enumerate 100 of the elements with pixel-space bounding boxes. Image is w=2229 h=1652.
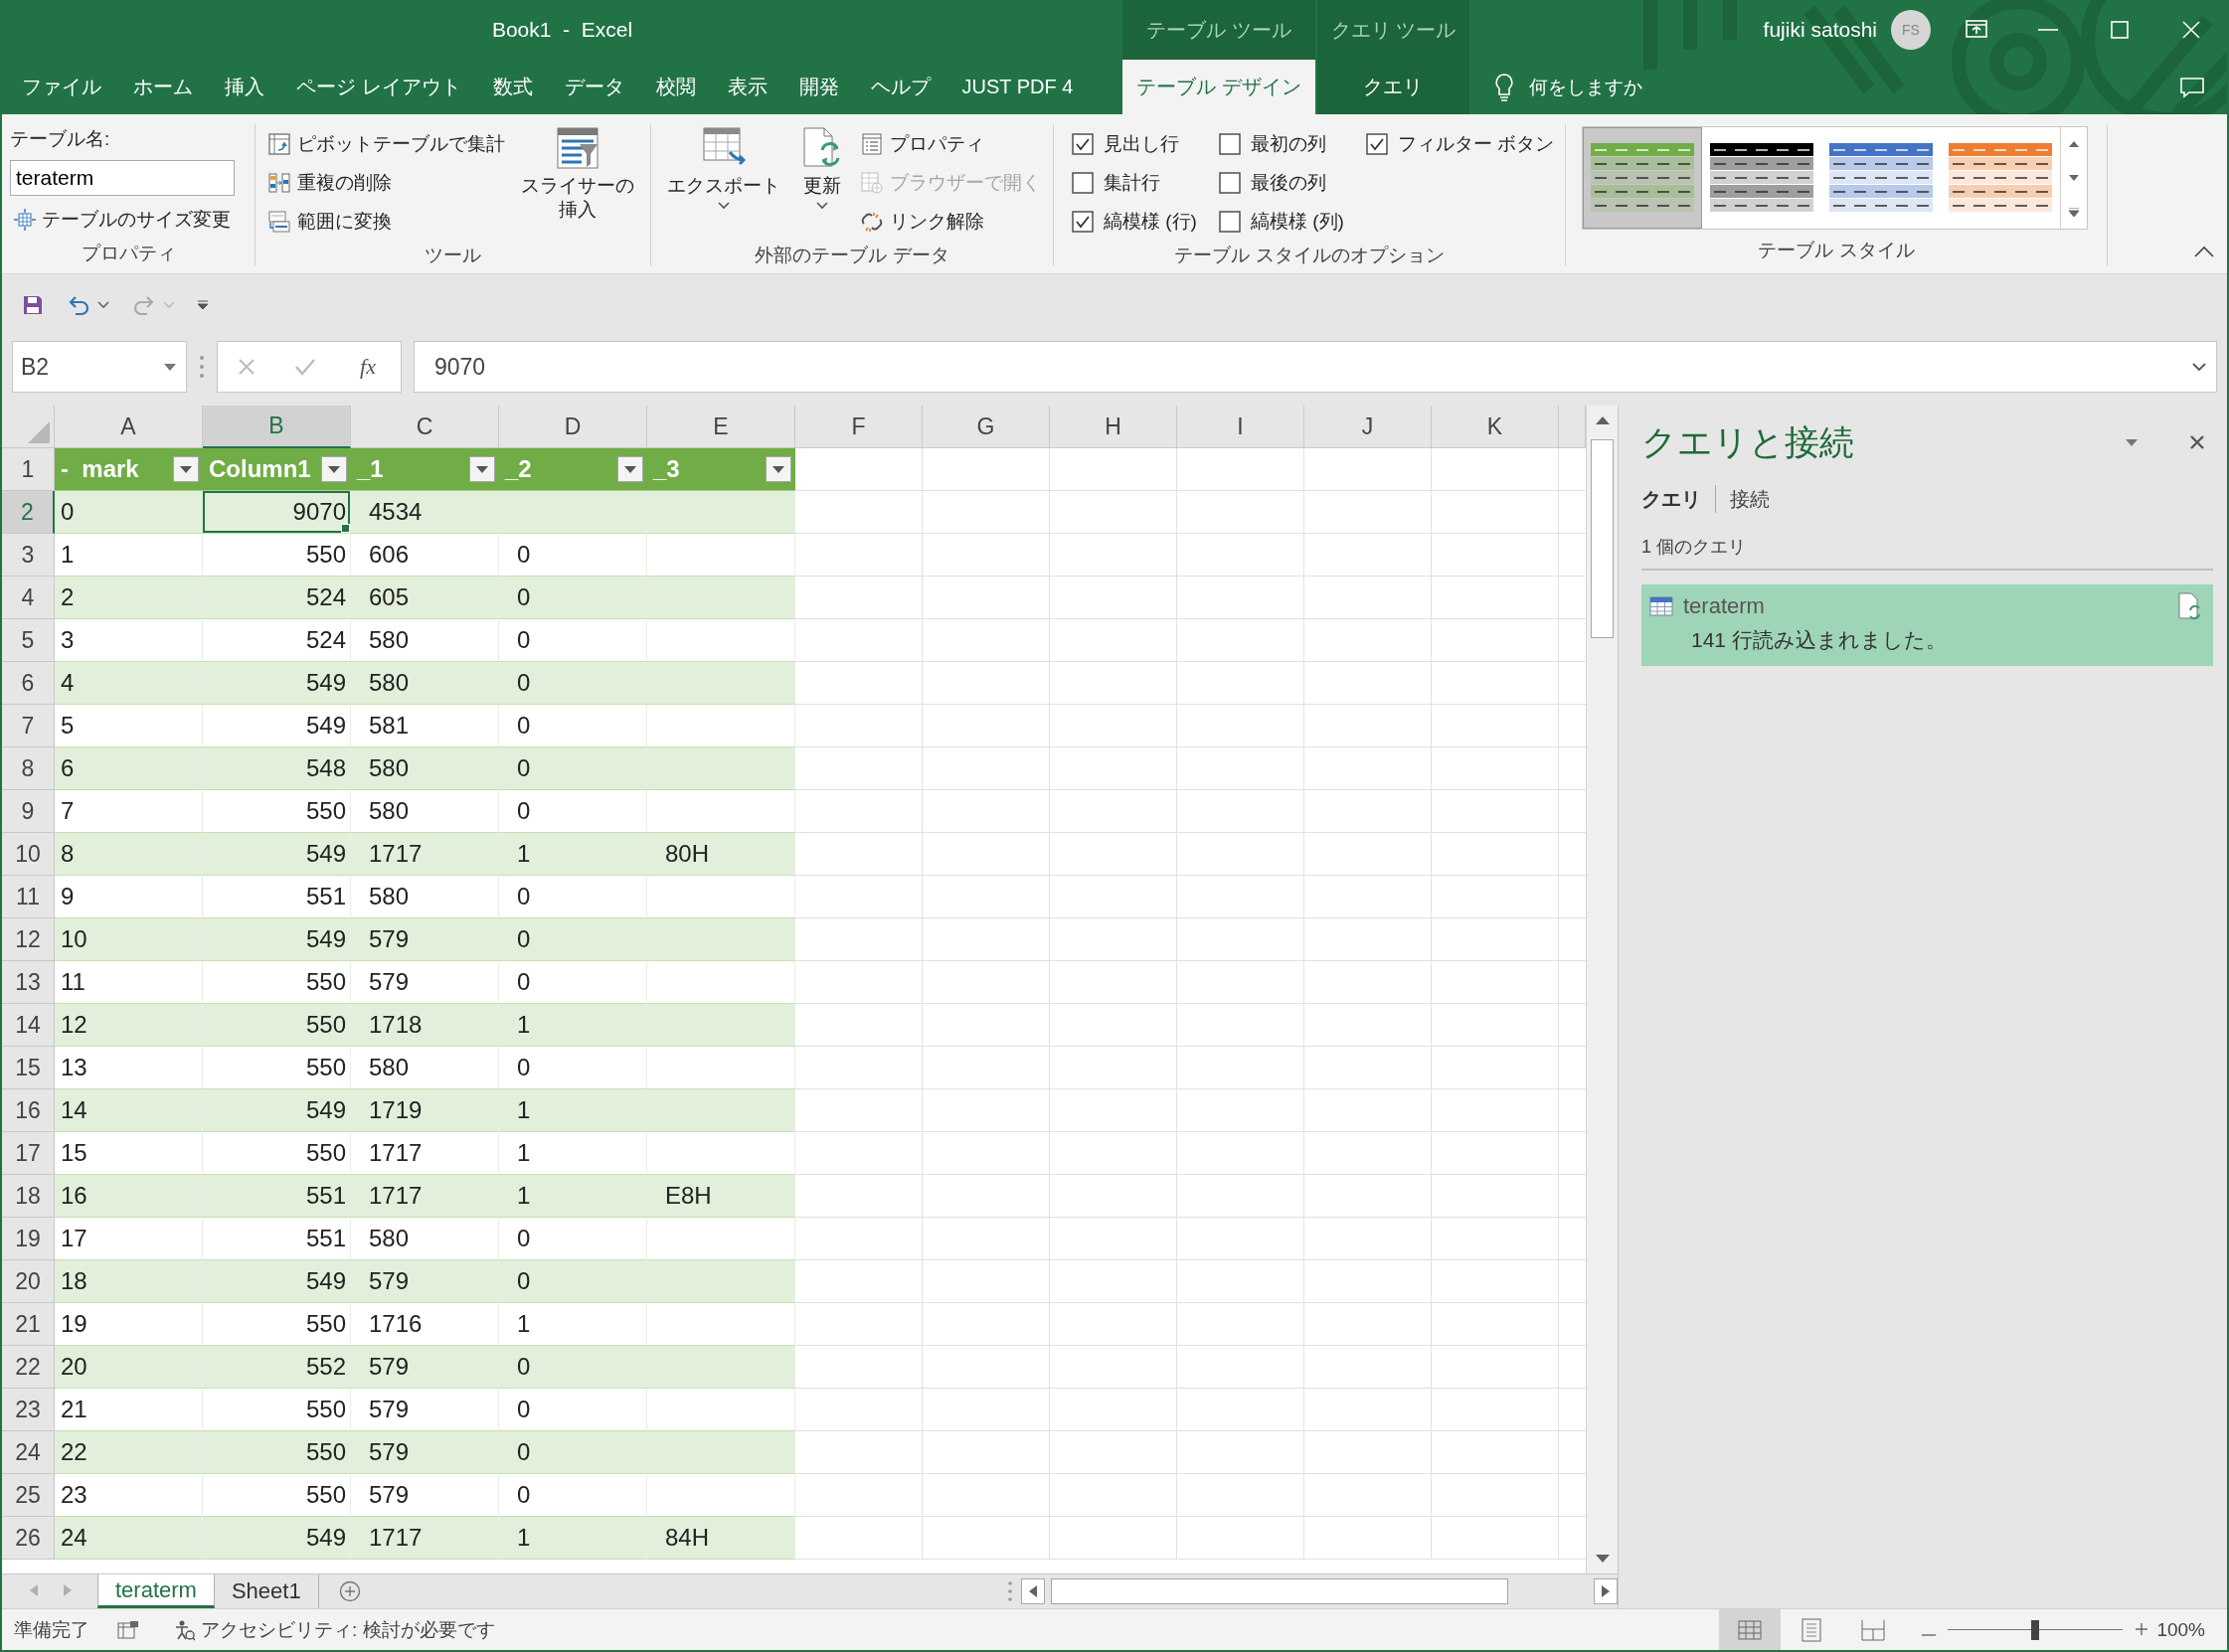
pane-tab[interactable]: 接続 [1730, 485, 1770, 513]
table-style-swatch[interactable] [1583, 127, 1702, 229]
filter-button[interactable] [173, 456, 199, 482]
row-header[interactable]: 19 [2, 1218, 55, 1260]
row-header[interactable]: 4 [2, 577, 55, 619]
accessibility-button[interactable]: アクセシビリティ: 検討が必要です [173, 1616, 495, 1643]
row-header[interactable]: 11 [2, 876, 55, 918]
filter-button[interactable] [469, 456, 495, 482]
ribbon-tab[interactable]: 数式 [476, 60, 549, 114]
column-header[interactable]: B [203, 406, 351, 448]
scroll-left-button[interactable] [1021, 1578, 1045, 1604]
row-header[interactable]: 24 [2, 1431, 55, 1474]
row-header[interactable]: 20 [2, 1260, 55, 1303]
row-header[interactable]: 15 [2, 1047, 55, 1089]
user-name: fujiki satoshi [1763, 18, 1877, 42]
row-header[interactable]: 6 [2, 662, 55, 705]
ribbon-tab[interactable]: ファイル [6, 60, 117, 114]
ribbon-tab[interactable]: ホーム [117, 60, 209, 114]
column-header[interactable]: K [1432, 406, 1559, 448]
command-button[interactable]: ピボットテーブルで集計 [263, 124, 509, 163]
table-cell: 12 [55, 1004, 203, 1047]
row-header[interactable]: 8 [2, 747, 55, 790]
command-button[interactable]: エクスポート [659, 124, 788, 241]
column-header[interactable]: I [1177, 406, 1304, 448]
column-header[interactable]: F [795, 406, 923, 448]
row-header[interactable]: 21 [2, 1303, 55, 1346]
scroll-right-button[interactable] [1594, 1578, 1618, 1604]
command-button[interactable]: 範囲に変換 [263, 202, 509, 241]
row-header[interactable]: 9 [2, 790, 55, 833]
column-header[interactable]: J [1304, 406, 1432, 448]
command-button[interactable]: 重複の削除 [263, 163, 509, 202]
ribbon-tab[interactable]: 挿入 [209, 60, 280, 114]
query-item[interactable]: teraterm 141 行読み込まれました。 [1641, 584, 2213, 666]
table-cell: 80H [647, 833, 795, 876]
column-header[interactable]: C [351, 406, 499, 448]
left-arrow-icon [30, 1584, 38, 1596]
row-header[interactable]: 18 [2, 1175, 55, 1218]
resize-table-button[interactable]: テーブルのサイズ変更 [10, 200, 235, 239]
table-name-field[interactable]: teraterm [10, 160, 235, 196]
row-header[interactable]: 23 [2, 1389, 55, 1431]
option-checkbox[interactable]: 見出し行 [1072, 124, 1197, 163]
row-header[interactable]: 1 [2, 448, 55, 491]
ribbon-tab[interactable]: 校閲 [639, 60, 712, 114]
scrollbar-thumb[interactable] [1051, 1578, 1508, 1604]
ribbon-tab[interactable]: ヘルプ [854, 60, 946, 114]
scrollbar-thumb[interactable] [1591, 439, 1614, 638]
row-header[interactable]: 12 [2, 918, 55, 961]
row-header[interactable]: 22 [2, 1346, 55, 1389]
ribbon-tab[interactable]: 開発 [782, 60, 855, 114]
row-header[interactable]: 7 [2, 705, 55, 747]
sheet-tab[interactable]: teraterm [97, 1574, 215, 1608]
table-cell: 579 [351, 1346, 499, 1389]
row-header[interactable]: 17 [2, 1132, 55, 1175]
option-checkbox[interactable]: 最後の列 [1218, 163, 1344, 202]
row-header[interactable]: 5 [2, 619, 55, 662]
column-header[interactable]: G [923, 406, 1050, 448]
up-arrow-icon [2069, 141, 2079, 147]
slider-thumb[interactable] [2031, 1619, 2040, 1640]
insert-function-button[interactable]: fx [354, 353, 382, 381]
row-header[interactable]: 16 [2, 1089, 55, 1132]
ribbon-tab[interactable]: 表示 [711, 60, 783, 114]
name-box[interactable]: B2 [12, 341, 187, 393]
right-arrow-icon [1602, 1585, 1610, 1597]
column-header[interactable]: A [55, 406, 203, 448]
table-cell: 1717 [351, 1517, 499, 1560]
table-cell: 524 [203, 577, 351, 619]
option-checkbox[interactable]: 集計行 [1072, 163, 1197, 202]
table-cell: 9070 [203, 491, 351, 534]
option-checkbox[interactable]: 最初の列 [1218, 124, 1344, 163]
minimize-icon [2038, 29, 2058, 31]
row-header[interactable]: 25 [2, 1474, 55, 1517]
column-header[interactable]: E [647, 406, 795, 448]
table-cell: 0 [499, 577, 647, 619]
column-header[interactable]: D [499, 406, 647, 448]
formula-field[interactable]: 9070 [414, 341, 2217, 393]
column-header[interactable]: H [1050, 406, 1177, 448]
row-header[interactable]: 14 [2, 1004, 55, 1047]
row-header[interactable]: 26 [2, 1517, 55, 1560]
ribbon-tab[interactable]: テーブル デザイン [1122, 60, 1315, 114]
filter-button[interactable] [321, 456, 347, 482]
command-button[interactable]: リンク解除 [856, 202, 1045, 241]
row-header[interactable]: 3 [2, 534, 55, 577]
option-checkbox[interactable]: フィルター ボタン [1365, 124, 1555, 163]
row-header[interactable]: 2 [2, 491, 55, 534]
ribbon-tab[interactable]: データ [548, 60, 640, 114]
command-button[interactable]: 更新 [792, 124, 852, 241]
option-checkbox[interactable]: 縞模様 (列) [1218, 202, 1344, 241]
row-header[interactable]: 10 [2, 833, 55, 876]
filter-button[interactable] [617, 456, 643, 482]
ribbon-tab[interactable]: JUST PDF 4 [945, 60, 1090, 114]
row-header[interactable]: 13 [2, 961, 55, 1004]
command-button[interactable]: プロパティ [856, 124, 1045, 163]
pane-tab[interactable]: クエリ [1641, 485, 1701, 513]
caret-icon [97, 301, 109, 309]
filter-button[interactable] [766, 456, 791, 482]
option-checkbox[interactable]: 縞模様 (行) [1072, 202, 1197, 241]
tell-me-search[interactable]: 何をしますか [1471, 60, 1665, 114]
ribbon-tab[interactable]: ページ レイアウト [280, 60, 477, 114]
ribbon-tab[interactable]: クエリ [1316, 60, 1470, 114]
command-button[interactable]: スライサーの 挿入 [513, 124, 642, 241]
